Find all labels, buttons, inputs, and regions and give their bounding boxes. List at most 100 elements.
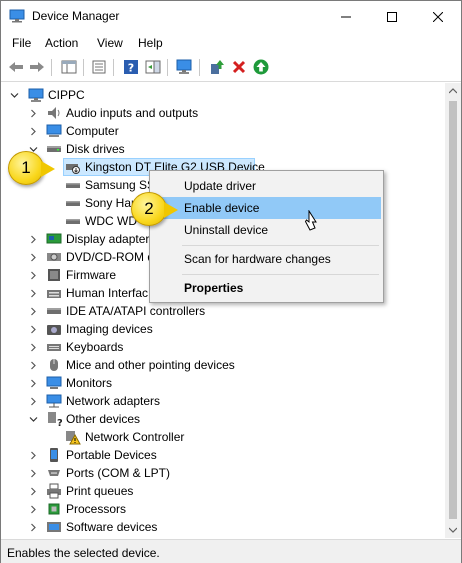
- menu-scan-hardware[interactable]: Scan for hardware changes: [152, 248, 381, 270]
- enable-device-button[interactable]: [251, 58, 271, 76]
- menu-view[interactable]: View: [97, 36, 123, 50]
- tree-item-label: Processors: [66, 502, 127, 516]
- tree-item-label: WDC WD: [85, 214, 137, 228]
- expand-chevron-icon[interactable]: [28, 392, 38, 410]
- svg-text:?: ?: [128, 62, 134, 75]
- menu-enable-device[interactable]: Enable device: [152, 197, 381, 219]
- minimize-button[interactable]: [323, 1, 369, 32]
- tree-item-processors[interactable]: Processors: [1, 500, 441, 518]
- menu-action[interactable]: Action: [45, 36, 78, 50]
- status-text: Enables the selected device.: [7, 546, 160, 560]
- enable-device-icon: [253, 59, 269, 75]
- menu-update-driver[interactable]: Update driver: [152, 175, 381, 197]
- tree-item-label: Display adapters: [66, 232, 156, 246]
- tree-root-label: CIPPC: [48, 88, 85, 102]
- device-tree[interactable]: CIPPC Audio inputs and outputs Computer …: [1, 83, 445, 538]
- tree-item-ports[interactable]: Ports (COM & LPT): [1, 464, 441, 482]
- help-icon: ?: [124, 60, 138, 75]
- network-adapter-icon: [46, 394, 62, 408]
- scroll-up-button[interactable]: [445, 83, 461, 99]
- menu-help[interactable]: Help: [138, 36, 163, 50]
- tree-item-monitors[interactable]: Monitors: [1, 374, 441, 392]
- tree-item-print-queues[interactable]: Print queues: [1, 482, 441, 500]
- expand-chevron-icon[interactable]: [28, 248, 38, 266]
- tree-item-label: Mice and other pointing devices: [66, 358, 235, 372]
- expand-chevron-icon[interactable]: [28, 302, 38, 320]
- help-button[interactable]: ?: [121, 58, 141, 76]
- tree-item-network-controller[interactable]: Network Controller: [1, 428, 441, 446]
- other-devices-icon: ?: [48, 412, 62, 427]
- tree-item-ide[interactable]: IDE ATA/ATAPI controllers: [1, 302, 441, 320]
- expand-chevron-icon[interactable]: [28, 464, 38, 482]
- vertical-scrollbar[interactable]: [445, 83, 461, 538]
- expand-chevron-icon[interactable]: [28, 338, 38, 356]
- back-arrow-icon: [9, 62, 23, 72]
- scroll-down-button[interactable]: [445, 522, 461, 538]
- computer-icon: [28, 88, 44, 102]
- disk-drive-icon: [66, 183, 80, 188]
- menu-separator: [182, 274, 379, 275]
- tree-item-label: Portable Devices: [66, 448, 157, 462]
- menu-properties[interactable]: Properties: [152, 277, 381, 299]
- tree-item-other-devices[interactable]: ? Other devices: [1, 410, 441, 428]
- uninstall-button[interactable]: [229, 58, 249, 76]
- show-hide-console-button[interactable]: [59, 58, 79, 76]
- expand-chevron-icon[interactable]: [28, 500, 38, 518]
- step-2-number: 2: [144, 199, 154, 218]
- printer-icon: [47, 483, 61, 499]
- tree-item-network-adapters[interactable]: Network adapters: [1, 392, 441, 410]
- maximize-button[interactable]: [369, 1, 415, 32]
- maximize-icon: [387, 11, 397, 22]
- collapse-chevron-icon[interactable]: [9, 86, 19, 104]
- tree-item-mice[interactable]: Mice and other pointing devices: [1, 356, 441, 374]
- tree-item-label: Other devices: [66, 412, 141, 426]
- disk-drive-icon: [47, 146, 61, 152]
- dvd-icon: [47, 253, 61, 261]
- tree-item-keyboards[interactable]: Keyboards: [1, 338, 441, 356]
- device-manager-icon: [9, 9, 25, 23]
- expand-chevron-icon[interactable]: [28, 518, 38, 536]
- tree-item-label: Keyboards: [66, 340, 124, 354]
- keyboard-icon: [47, 344, 61, 351]
- forward-button[interactable]: [27, 58, 47, 76]
- step-1-callout: 1: [8, 151, 55, 185]
- expand-chevron-icon[interactable]: [28, 374, 38, 392]
- tree-item-audio[interactable]: Audio inputs and outputs: [1, 104, 441, 122]
- tree-item-portable-devices[interactable]: Portable Devices: [1, 446, 441, 464]
- scroll-thumb[interactable]: [449, 101, 457, 519]
- expand-chevron-icon[interactable]: [28, 356, 38, 374]
- expand-chevron-icon[interactable]: [28, 230, 38, 248]
- tree-root[interactable]: CIPPC: [1, 86, 441, 104]
- collapse-chevron-icon[interactable]: [28, 410, 38, 428]
- expand-chevron-icon[interactable]: [28, 122, 38, 140]
- tree-item-imaging[interactable]: Imaging devices: [1, 320, 441, 338]
- chevron-down-icon: [449, 527, 457, 533]
- expand-chevron-icon[interactable]: [28, 482, 38, 500]
- menu-uninstall-device[interactable]: Uninstall device: [152, 219, 381, 241]
- tree-item-software-devices[interactable]: Software devices: [1, 518, 441, 536]
- properties-button[interactable]: [89, 58, 109, 76]
- action-pane-button[interactable]: [143, 58, 163, 76]
- tree-item-disk-drives[interactable]: Disk drives: [1, 140, 441, 158]
- menu-file[interactable]: File: [12, 36, 31, 50]
- scan-hardware-button[interactable]: [175, 58, 195, 76]
- update-driver-button[interactable]: [207, 58, 227, 76]
- expand-chevron-icon[interactable]: [28, 104, 38, 122]
- back-button[interactable]: [6, 58, 26, 76]
- forward-arrow-icon: [30, 62, 44, 72]
- tree-item-label: Imaging devices: [66, 322, 153, 336]
- tree-item-computer[interactable]: Computer: [1, 122, 441, 140]
- expand-chevron-icon[interactable]: [28, 446, 38, 464]
- callout-pointer: [41, 161, 55, 177]
- firmware-icon: [48, 269, 60, 281]
- close-button[interactable]: [415, 1, 461, 32]
- menu-separator: [182, 245, 379, 246]
- disk-drive-icon: [66, 201, 80, 206]
- expand-chevron-icon[interactable]: [28, 266, 38, 284]
- expand-chevron-icon[interactable]: [28, 284, 38, 302]
- computer-icon: [46, 124, 62, 137]
- tree-item-label: Network Controller: [85, 430, 185, 444]
- expand-chevron-icon[interactable]: [28, 320, 38, 338]
- title-bar[interactable]: Device Manager: [1, 1, 461, 32]
- display-adapter-icon: [46, 233, 62, 244]
